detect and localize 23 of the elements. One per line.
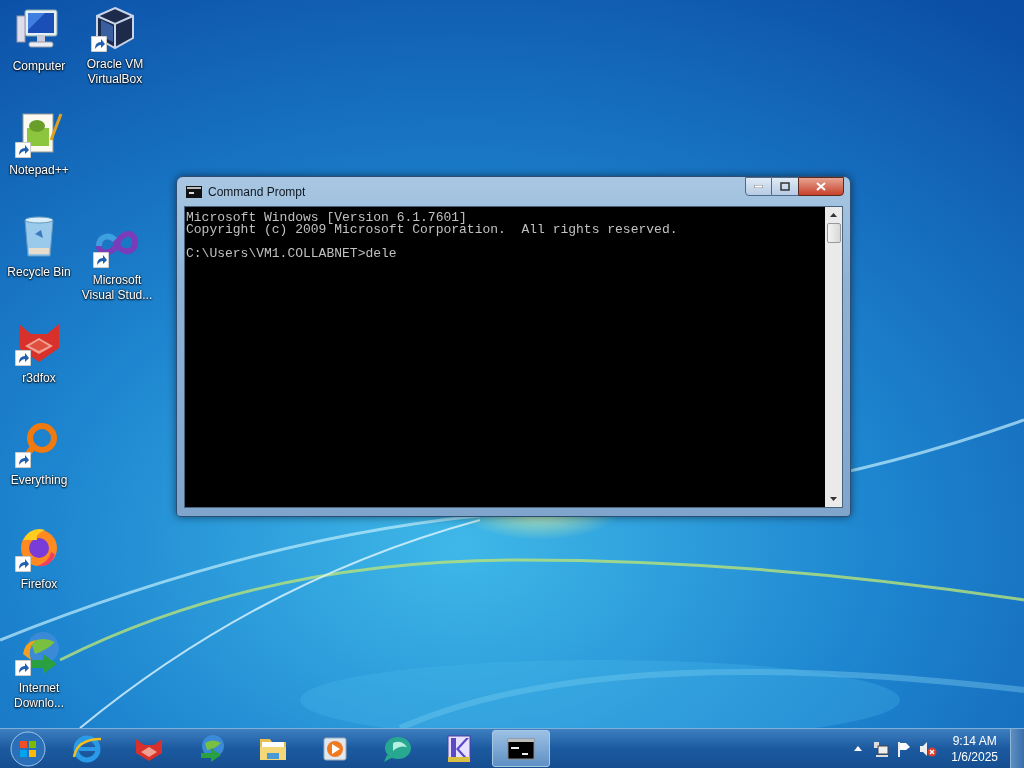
close-button[interactable] xyxy=(798,177,844,196)
close-icon xyxy=(816,182,826,191)
show-hidden-icons-icon[interactable] xyxy=(854,746,863,751)
muted-speaker-icon[interactable] xyxy=(919,740,938,757)
console-line: Copyright (c) 2009 Microsoft Corporation. All rights reserved. xyxy=(186,224,679,236)
clock-time[interactable]: 9:14 AM xyxy=(952,732,997,749)
scrollbar[interactable] xyxy=(825,207,842,507)
clock-date[interactable]: 1/6/2025 xyxy=(951,748,998,765)
window-title: Command Prompt xyxy=(208,183,306,201)
start-orb-icon xyxy=(10,730,46,767)
taskbar-button[interactable] xyxy=(492,730,550,767)
network-icon[interactable] xyxy=(873,740,890,757)
console-icon xyxy=(186,185,202,198)
flag-icon[interactable] xyxy=(896,740,913,757)
maximize-button[interactable] xyxy=(772,177,798,196)
maximize-icon xyxy=(780,182,790,191)
scroll-down-icon xyxy=(830,497,837,501)
minimize-button[interactable] xyxy=(745,177,772,196)
scroll-up-icon xyxy=(830,213,837,217)
scroll-thumb[interactable] xyxy=(826,223,841,243)
console-line: C:\Users\VM1.COLLABNET>dele xyxy=(186,248,398,260)
console-line: Microsoft Windows [Version 6.1.7601] xyxy=(186,212,467,224)
minimize-icon xyxy=(754,185,763,188)
